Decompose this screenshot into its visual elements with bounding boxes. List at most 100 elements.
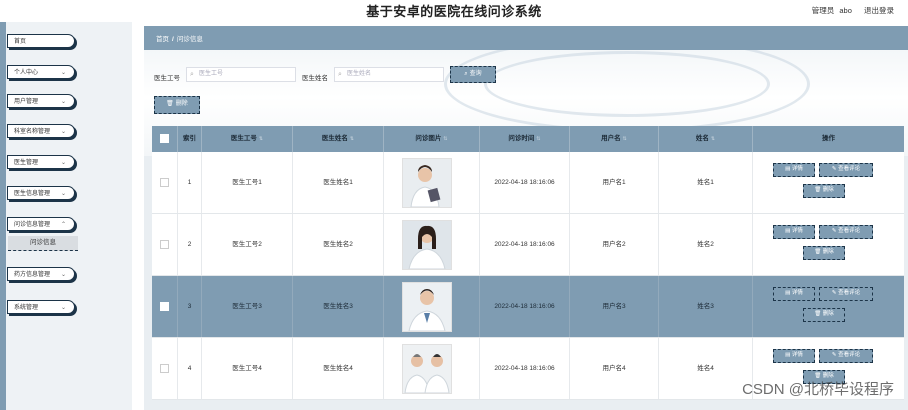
sidebar-item-label: 医生管理 [14,160,39,166]
header-ops: 操作 [822,135,835,142]
header-select-all[interactable] [152,126,178,152]
sort-icon[interactable]: ⇅ [350,136,354,142]
checkbox[interactable] [160,239,169,249]
view-comment-button[interactable]: ✎ 查看评论 [819,163,873,177]
sort-icon[interactable]: ⇅ [259,136,263,142]
table-row-selected[interactable]: 3 医生工号3 医生姓名3 2022-04-18 18:16:06 用户名3 姓… [152,276,904,338]
detail-button[interactable]: ▤ 详情 [773,225,815,239]
breadcrumb-home[interactable]: 首页 [156,36,169,43]
sort-icon[interactable]: ⇅ [623,136,627,142]
view-comment-label: 查看评论 [838,352,861,358]
doctor-photo[interactable] [402,220,452,270]
search-icon: ⌕ [338,71,342,78]
sidebar-item-label: 个人中心 [14,70,39,76]
breadcrumb-current: 问诊信息 [176,36,203,43]
doctor-no-placeholder: 医生工号 [199,71,224,77]
submenu-consult-info[interactable]: 问诊信息 [8,236,78,251]
doctor-photo[interactable] [402,282,452,332]
user-role: 管理员 [811,6,835,15]
doctor-no-label: 医生工号 [154,75,180,82]
header-name[interactable]: 姓名 ⇅ [659,126,753,152]
cell-doctor-name: 医生姓名2 [293,214,384,275]
table-row[interactable]: 2 医生工号2 医生姓名2 2022-04-18 18:16:06 用户名2 姓… [152,214,904,276]
sort-icon[interactable]: ⇅ [536,136,540,142]
header-index: 索引 [178,126,202,152]
sidebar-item-consult-info[interactable]: 问诊信息管理 ⌃ [7,217,75,231]
detail-icon: ▤ [785,290,792,296]
sidebar-item-label: 问诊信息管理 [14,222,51,228]
cell-time: 2022-04-18 18:16:06 [480,276,570,337]
doctor-photo[interactable] [402,344,452,394]
delete-button[interactable]: 🗑 删除 [803,308,845,322]
cell-username: 用户名2 [570,214,659,275]
doctor-no-input[interactable]: ⌕ 医生工号 [186,67,296,82]
cell-name: 姓名3 [659,276,753,337]
header-doctor-name[interactable]: 医生姓名 ⇅ [293,126,384,152]
checkbox[interactable] [160,301,169,311]
sidebar-item-label: 用户管理 [14,99,39,105]
view-comment-button[interactable]: ✎ 查看评论 [819,225,873,239]
header-label: 姓名 [695,135,709,142]
user-name: abo [839,6,852,15]
delete-button[interactable]: 🗑 删除 [803,184,845,198]
view-comment-label: 查看评论 [838,290,861,296]
sidebar-rail [0,22,6,410]
sort-icon[interactable]: ⇅ [443,136,447,142]
detail-button[interactable]: ▤ 详情 [773,163,815,177]
sidebar-item-system[interactable]: 系统管理 ⌄ [7,300,75,314]
sidebar-item-doctors[interactable]: 医生管理 ⌄ [7,155,75,169]
cell-time: 2022-04-18 18:16:06 [480,152,570,213]
cell-username: 用户名3 [570,276,659,337]
detail-icon: ▤ [785,228,792,234]
sidebar-item-departments[interactable]: 科室名称管理 ⌄ [7,124,75,138]
cell-photo [384,276,480,337]
checkbox[interactable] [160,133,169,143]
view-comment-button[interactable]: ✎ 查看评论 [819,349,873,363]
cell-time: 2022-04-18 18:16:06 [480,338,570,399]
batch-delete-label: 删除 [175,101,188,107]
cell-photo [384,152,480,213]
cell-ops: ▤ 详情 ✎ 查看评论 🗑 删除 [753,276,904,337]
header-photo[interactable]: 问诊图片 ⇅ [384,126,480,152]
cell-doctor-no: 医生工号4 [202,338,293,399]
batch-delete-button[interactable]: 🗑 删除 [154,96,200,114]
view-comment-button[interactable]: ✎ 查看评论 [819,287,873,301]
cell-ops: ▤ 详情 ✎ 查看评论 🗑 删除 [753,214,904,275]
chevron-down-icon: ⌄ [60,305,66,311]
delete-label: 删除 [822,249,834,255]
delete-label: 删除 [822,311,834,317]
top-header: 基于安卓的医院在线问诊系统 管理员 abo 退出登录 [0,0,908,22]
sidebar-item-doctor-info[interactable]: 医生信息管理 ⌄ [7,186,75,200]
sidebar-item-prescriptions[interactable]: 药方信息管理 ⌄ [7,267,75,281]
header-doctor-no[interactable]: 医生工号 ⇅ [202,126,293,152]
sidebar-item-label: 系统管理 [14,305,39,311]
checkbox[interactable] [160,363,169,373]
search-button[interactable]: ⌕ 查询 [450,66,496,83]
sidebar-item-label: 科室名称管理 [14,129,51,135]
sidebar-item-users[interactable]: 用户管理 ⌄ [7,94,75,108]
header-time[interactable]: 问诊时间 ⇅ [480,126,570,152]
table-row[interactable]: 1 医生工号1 医生姓名1 2022-04-18 18:16:06 用户名1 姓… [152,152,904,214]
header-username[interactable]: 用户名 ⇅ [570,126,659,152]
detail-label: 详情 [791,352,803,358]
sort-icon[interactable]: ⇅ [711,136,715,142]
doctor-photo[interactable] [402,158,452,208]
search-icon: ⌕ [464,71,468,77]
cell-time: 2022-04-18 18:16:06 [480,214,570,275]
sidebar-item-home[interactable]: 首页 [7,34,75,48]
sidebar-item-label: 药方信息管理 [14,272,51,278]
checkbox[interactable] [160,177,169,187]
sidebar-item-label: 首页 [14,39,27,45]
cell-doctor-no: 医生工号3 [202,276,293,337]
cell-name: 姓名4 [659,338,753,399]
delete-button[interactable]: 🗑 删除 [803,246,845,260]
delete-label: 删除 [822,187,834,193]
cell-doctor-no: 医生工号2 [202,214,293,275]
breadcrumb: 首页 / 问诊信息 [156,33,203,43]
detail-button[interactable]: ▤ 详情 [773,287,815,301]
doctor-name-input[interactable]: ⌕ 医生姓名 [334,67,444,82]
logout-link[interactable]: 退出登录 [864,6,894,15]
sidebar-item-profile[interactable]: 个人中心 ⌄ [7,65,75,79]
main-content: 首页 / 问诊信息 医生工号 ⌕ 医生工号 医生姓名 ⌕ 医生姓名 ⌕ 查询 🗑 删除 … [144,26,908,410]
detail-button[interactable]: ▤ 详情 [773,349,815,363]
